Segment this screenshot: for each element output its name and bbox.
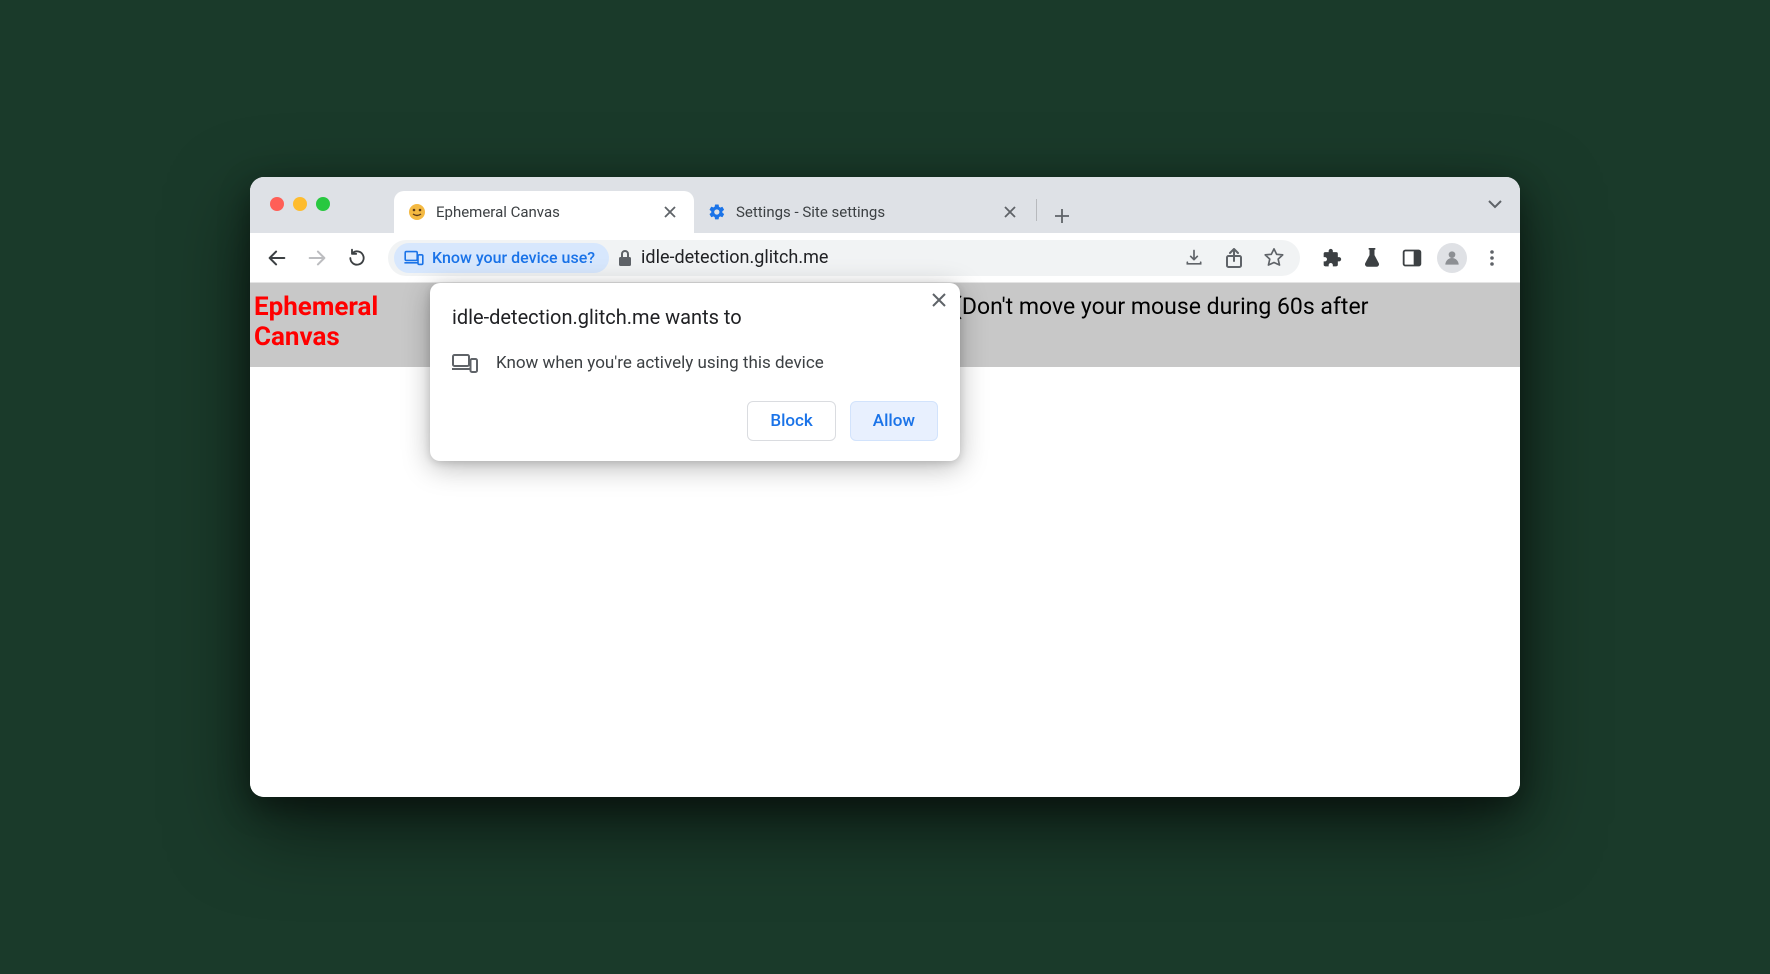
devices-icon bbox=[404, 250, 424, 266]
share-icon[interactable] bbox=[1216, 240, 1252, 276]
popup-actions: Block Allow bbox=[452, 401, 938, 441]
popup-title: idle-detection.glitch.me wants to bbox=[452, 305, 938, 329]
new-tab-button[interactable] bbox=[1045, 199, 1079, 233]
menu-button[interactable] bbox=[1474, 240, 1510, 276]
tab-overflow-button[interactable] bbox=[1486, 195, 1504, 213]
permission-prompt: idle-detection.glitch.me wants to Know w… bbox=[430, 283, 960, 461]
devices-icon bbox=[452, 353, 478, 373]
permission-chip[interactable]: Know your device use? bbox=[394, 243, 609, 273]
window-minimize-button[interactable] bbox=[293, 197, 307, 211]
allow-button[interactable]: Allow bbox=[850, 401, 938, 441]
tab-settings[interactable]: Settings - Site settings bbox=[694, 191, 1034, 233]
popup-close-button[interactable] bbox=[932, 293, 946, 307]
page-title-line1: Ephemeral bbox=[254, 292, 378, 322]
chip-label: Know your device use? bbox=[432, 248, 595, 267]
browser-window: Ephemeral Canvas Settings - Site setting… bbox=[250, 177, 1520, 797]
block-button[interactable]: Block bbox=[747, 401, 835, 441]
tab-ephemeral-canvas[interactable]: Ephemeral Canvas bbox=[394, 191, 694, 233]
page-title: Ephemeral Canvas bbox=[254, 293, 414, 353]
forward-button[interactable] bbox=[300, 241, 334, 275]
tab-close-button[interactable] bbox=[1000, 206, 1020, 218]
lock-icon[interactable] bbox=[617, 249, 633, 267]
tab-title: Settings - Site settings bbox=[736, 203, 990, 221]
traffic-lights bbox=[270, 197, 330, 211]
profile-avatar[interactable] bbox=[1434, 240, 1470, 276]
sidepanel-icon[interactable] bbox=[1394, 240, 1430, 276]
popup-permission-text: Know when you're actively using this dev… bbox=[496, 353, 824, 373]
omnibox[interactable]: Know your device use? idle-detection.gli… bbox=[388, 240, 1300, 276]
tab-bar: Ephemeral Canvas Settings - Site setting… bbox=[250, 177, 1520, 233]
settings-favicon-icon bbox=[708, 203, 726, 221]
tab-favicon-icon bbox=[408, 203, 426, 221]
omnibox-actions bbox=[1176, 240, 1292, 276]
page-title-line2: Canvas bbox=[254, 322, 340, 352]
extensions-icon[interactable] bbox=[1314, 240, 1350, 276]
back-button[interactable] bbox=[260, 241, 294, 275]
install-icon[interactable] bbox=[1176, 240, 1212, 276]
reload-button[interactable] bbox=[340, 241, 374, 275]
bookmark-star-icon[interactable] bbox=[1256, 240, 1292, 276]
popup-permission-row: Know when you're actively using this dev… bbox=[452, 353, 938, 373]
tab-title: Ephemeral Canvas bbox=[436, 203, 650, 221]
page-instruction: (Don't move your mouse during 60s after bbox=[954, 293, 1368, 320]
avatar-icon bbox=[1437, 243, 1467, 273]
window-close-button[interactable] bbox=[270, 197, 284, 211]
page-content: Ephemeral Canvas (Don't move your mouse … bbox=[250, 283, 1520, 797]
toolbar-extensions bbox=[1314, 240, 1510, 276]
window-maximize-button[interactable] bbox=[316, 197, 330, 211]
toolbar: Know your device use? idle-detection.gli… bbox=[250, 233, 1520, 283]
tabs-container: Ephemeral Canvas Settings - Site setting… bbox=[394, 187, 1520, 233]
tab-close-button[interactable] bbox=[660, 206, 680, 218]
labs-icon[interactable] bbox=[1354, 240, 1390, 276]
tab-separator bbox=[1036, 199, 1037, 221]
url-text: idle-detection.glitch.me bbox=[641, 247, 1168, 268]
